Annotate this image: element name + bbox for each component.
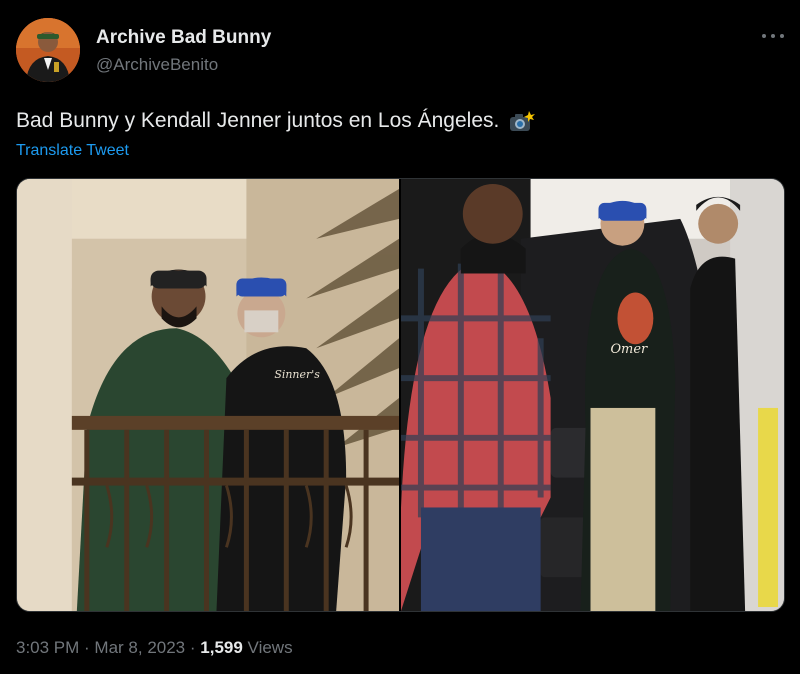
tweet-time[interactable]: 3:03 PM (16, 638, 79, 657)
separator: · (79, 638, 95, 657)
tweet-date[interactable]: Mar 8, 2023 (94, 638, 185, 657)
camera-flash-icon (510, 111, 536, 131)
dot (780, 34, 784, 38)
tweet: Archive Bad Bunny @ArchiveBenito Bad Bun… (0, 0, 800, 674)
tweet-meta: 3:03 PM · Mar 8, 2023 · 1,599 Views (16, 636, 293, 660)
display-name[interactable]: Archive Bad Bunny (96, 27, 271, 49)
media-grid: Sinner's Omer (16, 178, 785, 612)
dot (762, 34, 766, 38)
dot (771, 34, 775, 38)
views-label: Views (242, 638, 293, 657)
more-options-icon[interactable] (762, 26, 784, 46)
user-handle[interactable]: @ArchiveBenito (96, 54, 271, 76)
avatar-image (16, 18, 80, 82)
views-count: 1,599 (200, 638, 243, 657)
tweet-text: Bad Bunny y Kendall Jenner juntos en Los… (16, 108, 536, 134)
author-block: Archive Bad Bunny @ArchiveBenito (96, 27, 271, 76)
photo-balcony-image: Sinner's (17, 179, 399, 611)
separator: · (185, 638, 201, 657)
tweet-text-content: Bad Bunny y Kendall Jenner juntos en Los… (16, 109, 500, 132)
svg-text:Omer: Omer (610, 342, 648, 357)
photo-car-image: Omer (401, 179, 784, 611)
svg-text:Sinner's: Sinner's (274, 368, 320, 381)
translate-tweet-link[interactable]: Translate Tweet (16, 142, 129, 160)
avatar[interactable] (16, 18, 80, 82)
photo-right[interactable]: Omer (401, 179, 784, 611)
photo-left[interactable]: Sinner's (17, 179, 399, 611)
